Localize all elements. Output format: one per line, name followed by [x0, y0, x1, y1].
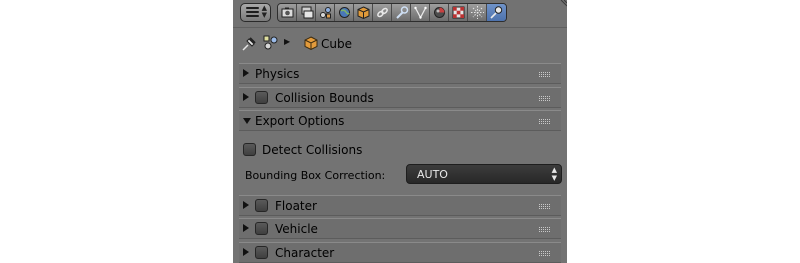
cube-object-icon — [304, 36, 318, 51]
context-tabs — [277, 3, 507, 22]
tab-world[interactable] — [335, 4, 354, 21]
panel-title: Collision Bounds — [275, 91, 374, 105]
tab-object[interactable] — [354, 4, 373, 21]
tab-scene[interactable] — [316, 4, 335, 21]
panel-vehicle-header[interactable]: Vehicle — [239, 218, 561, 239]
properties-editor-icon — [246, 7, 259, 18]
panel-character-header[interactable]: Character — [239, 242, 561, 263]
panel-export-options-body: Detect Collisions Bounding Box Correctio… — [239, 131, 562, 192]
detect-collisions-label[interactable]: Detect Collisions — [262, 143, 362, 157]
expand-triangle-icon — [243, 201, 249, 209]
expand-triangle-icon — [243, 93, 249, 101]
character-checkbox[interactable] — [255, 246, 268, 259]
collapse-triangle-icon — [243, 118, 251, 124]
panel-title: Character — [275, 246, 335, 260]
expand-triangle-icon — [243, 248, 249, 256]
constraints-icon — [377, 7, 388, 18]
chevron-right-icon: ▶ — [284, 37, 291, 46]
object-name: Cube — [321, 37, 352, 51]
bounding-box-correction-select[interactable]: AUTO ▲ ▼ — [406, 164, 562, 184]
area-split-corner-icon[interactable] — [559, 0, 567, 8]
panel-title: Floater — [275, 199, 317, 213]
object-icon — [357, 6, 370, 20]
tab-particles[interactable] — [468, 4, 487, 21]
physics-icon — [490, 6, 503, 19]
panel-title: Physics — [255, 67, 300, 81]
texture-icon — [452, 6, 465, 19]
editor-type-button[interactable]: ▲ ▼ — [240, 3, 271, 22]
drag-grip-icon[interactable] — [539, 251, 551, 256]
tab-data[interactable] — [411, 4, 430, 21]
panel-title: Export Options — [255, 114, 345, 128]
drag-grip-icon[interactable] — [539, 72, 551, 77]
tab-material[interactable] — [430, 4, 449, 21]
context-path: ▶ Cube — [233, 27, 567, 61]
drag-grip-icon[interactable] — [539, 96, 551, 101]
material-icon — [434, 7, 445, 18]
scene-icon — [320, 7, 331, 19]
updown-arrows-icon: ▲ ▼ — [261, 4, 267, 19]
tab-render-layers[interactable] — [297, 4, 316, 21]
tab-physics[interactable] — [487, 4, 506, 21]
tab-texture[interactable] — [449, 4, 468, 21]
tab-render[interactable] — [278, 4, 297, 21]
select-value: AUTO — [417, 168, 448, 181]
tab-constraints[interactable] — [373, 4, 392, 21]
tab-modifiers[interactable] — [392, 4, 411, 21]
vehicle-checkbox[interactable] — [255, 222, 268, 235]
scene-objects-icon — [263, 35, 278, 50]
collision-bounds-checkbox[interactable] — [255, 91, 268, 104]
panel-floater-header[interactable]: Floater — [239, 195, 561, 216]
detect-collisions-checkbox[interactable] — [243, 143, 256, 156]
updown-arrows-icon: ▲ ▼ — [551, 166, 557, 182]
floater-checkbox[interactable] — [255, 199, 268, 212]
render-layers-icon — [301, 6, 314, 19]
drag-grip-icon[interactable] — [539, 227, 551, 232]
properties-header: ▲ ▼ — [233, 0, 567, 28]
panel-collision-bounds-header[interactable]: Collision Bounds — [239, 87, 561, 108]
panel-physics-header[interactable]: Physics — [239, 63, 561, 84]
world-icon — [339, 7, 350, 18]
drag-grip-icon[interactable] — [539, 204, 551, 209]
panel-export-options-header[interactable]: Export Options — [239, 110, 561, 131]
properties-editor: ▲ ▼ ▶ Cube Physics Collision Bounds Expo… — [233, 0, 567, 263]
drag-grip-icon[interactable] — [539, 119, 551, 124]
data-icon — [414, 6, 427, 19]
modifiers-icon — [396, 6, 409, 19]
expand-triangle-icon — [243, 224, 249, 232]
bounding-box-correction-label: Bounding Box Correction: — [245, 169, 386, 182]
panel-title: Vehicle — [275, 222, 318, 236]
particles-icon — [471, 6, 484, 19]
render-icon — [281, 7, 294, 18]
pin-icon[interactable] — [241, 36, 257, 52]
expand-triangle-icon — [243, 69, 249, 77]
